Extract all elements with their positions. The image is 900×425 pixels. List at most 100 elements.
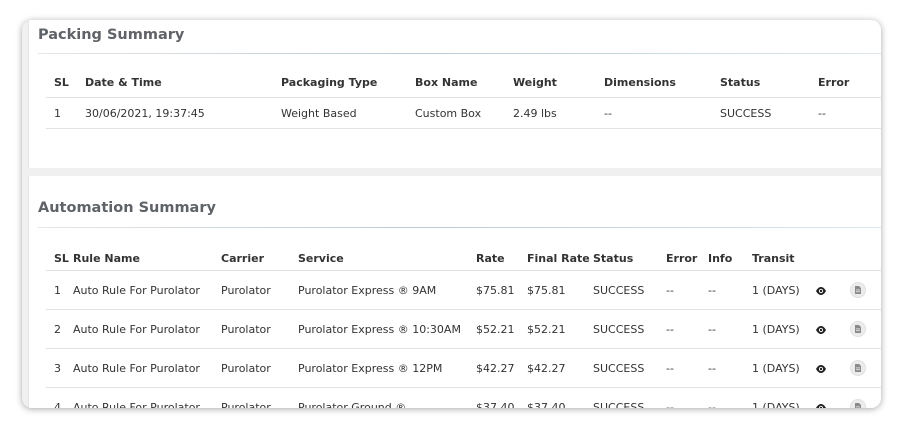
document-button[interactable] [850, 282, 866, 298]
cell-info: -- [700, 387, 744, 408]
column-header-service: Service [290, 246, 468, 271]
cell-error: -- [658, 387, 700, 408]
cell-rate: $52.21 [468, 309, 519, 349]
automation-summary-table: SL Rule Name Carrier Service Rate Final … [46, 246, 881, 408]
view-cell [807, 270, 842, 310]
column-header-status: Status [712, 68, 810, 98]
document-cell [842, 270, 881, 310]
column-header-packaging-type: Packaging Type [273, 68, 407, 98]
automation-summary-divider [38, 227, 881, 228]
column-header-status: Status [585, 246, 658, 271]
cell-final-rate: $37.40 [519, 387, 585, 408]
packing-summary-table: SL Date & Time Packaging Type Box Name W… [46, 68, 881, 129]
table-row: 1 Auto Rule For Purolator Purolator Purolat… [46, 270, 881, 310]
table-row: 1 30/06/2021, 19:37:45 Weight Based Cust… [46, 97, 881, 129]
column-header-rule-name: Rule Name [65, 246, 213, 271]
cell-error: -- [658, 348, 700, 388]
cell-sl: 2 [46, 309, 65, 349]
cell-transit: 1 (DAYS) [744, 309, 807, 349]
table-row: 2 Auto Rule For Purolator Purolator Purolat… [46, 309, 881, 349]
cell-carrier: Purolator [213, 270, 290, 310]
cell-carrier: Purolator [213, 387, 290, 408]
cell-rate: $37.40 [468, 387, 519, 408]
cell-box-name: Custom Box [407, 97, 505, 129]
document-button[interactable] [850, 360, 866, 376]
cell-sl: 4 [46, 387, 65, 408]
automation-summary-title: Automation Summary [38, 200, 216, 216]
cell-final-rate: $52.21 [519, 309, 585, 349]
cell-rate: $42.27 [468, 348, 519, 388]
cell-rule-name: Auto Rule For Purolator [65, 270, 213, 310]
summary-panel: Packing Summary SL Date & Time Packaging… [22, 20, 881, 408]
column-header-sl: SL [46, 246, 69, 271]
cell-carrier: Purolator [213, 309, 290, 349]
cell-status: SUCCESS [585, 348, 658, 388]
document-button[interactable] [850, 399, 866, 408]
cell-date-time: 30/06/2021, 19:37:45 [77, 97, 273, 129]
view-cell [807, 387, 842, 408]
eye-icon[interactable] [815, 403, 827, 408]
cell-rule-name: Auto Rule For Purolator [65, 387, 213, 408]
cell-rate: $75.81 [468, 270, 519, 310]
document-cell [842, 348, 881, 388]
column-header-error: Error [810, 68, 881, 98]
column-header-document [842, 246, 881, 271]
packing-summary-card: Packing Summary SL Date & Time Packaging… [28, 20, 881, 168]
column-header-carrier: Carrier [213, 246, 290, 271]
view-cell [807, 309, 842, 349]
cell-status: SUCCESS [585, 270, 658, 310]
cell-error: -- [658, 270, 700, 310]
cell-rule-name: Auto Rule For Purolator [65, 309, 213, 349]
cell-service: Purolator Express ® 10:30AM [290, 309, 468, 349]
cell-weight: 2.49 lbs [505, 97, 596, 129]
cell-error: -- [810, 97, 881, 129]
cell-status: SUCCESS [585, 387, 658, 408]
automation-rows: 1 Auto Rule For Purolator Purolator Purolat… [46, 270, 881, 408]
column-header-transit: Transit [744, 246, 807, 271]
table-row: 3 Auto Rule For Purolator Purolator Purolat… [46, 348, 881, 388]
column-header-dimensions: Dimensions [596, 68, 712, 98]
packing-header-row: SL Date & Time Packaging Type Box Name W… [46, 68, 881, 98]
eye-icon[interactable] [815, 364, 827, 374]
cell-service: Purolator Express ® 12PM [290, 348, 468, 388]
cell-info: -- [700, 309, 744, 349]
cell-service: Purolator Express ® 9AM [290, 270, 468, 310]
cell-status: SUCCESS [585, 309, 658, 349]
cell-transit: 1 (DAYS) [744, 348, 807, 388]
cell-final-rate: $42.27 [519, 348, 585, 388]
column-header-view [807, 246, 842, 271]
cell-service: Purolator Ground ® [290, 387, 468, 408]
cell-sl: 1 [46, 97, 77, 129]
cell-sl: 3 [46, 348, 65, 388]
column-header-box-name: Box Name [407, 68, 505, 98]
view-cell [807, 348, 842, 388]
cell-error: -- [658, 309, 700, 349]
document-cell [842, 387, 881, 408]
cell-sl: 1 [46, 270, 65, 310]
document-cell [842, 309, 881, 349]
table-row: 4 Auto Rule For Purolator Purolator Purolat… [46, 387, 881, 408]
cell-rule-name: Auto Rule For Purolator [65, 348, 213, 388]
eye-icon[interactable] [815, 325, 827, 335]
column-header-error: Error [658, 246, 700, 271]
cell-transit: 1 (DAYS) [744, 387, 807, 408]
cell-carrier: Purolator [213, 348, 290, 388]
column-header-info: Info [700, 246, 744, 271]
cell-packaging-type: Weight Based [273, 97, 407, 129]
cell-final-rate: $75.81 [519, 270, 585, 310]
document-button[interactable] [850, 321, 866, 337]
cell-info: -- [700, 348, 744, 388]
cell-dimensions: -- [596, 97, 712, 129]
automation-header-row: SL Rule Name Carrier Service Rate Final … [46, 246, 881, 271]
automation-summary-card: Automation Summary SL Rule Name Carrier … [28, 176, 881, 408]
cell-status: SUCCESS [712, 97, 810, 129]
column-header-date-time: Date & Time [77, 68, 273, 98]
column-header-rate: Rate [468, 246, 519, 271]
column-header-sl: SL [46, 68, 77, 98]
packing-summary-divider [38, 53, 881, 54]
column-header-weight: Weight [505, 68, 596, 98]
packing-summary-title: Packing Summary [38, 27, 185, 43]
column-header-final-rate: Final Rate [519, 246, 590, 271]
cell-transit: 1 (DAYS) [744, 270, 807, 310]
eye-icon[interactable] [815, 286, 827, 296]
